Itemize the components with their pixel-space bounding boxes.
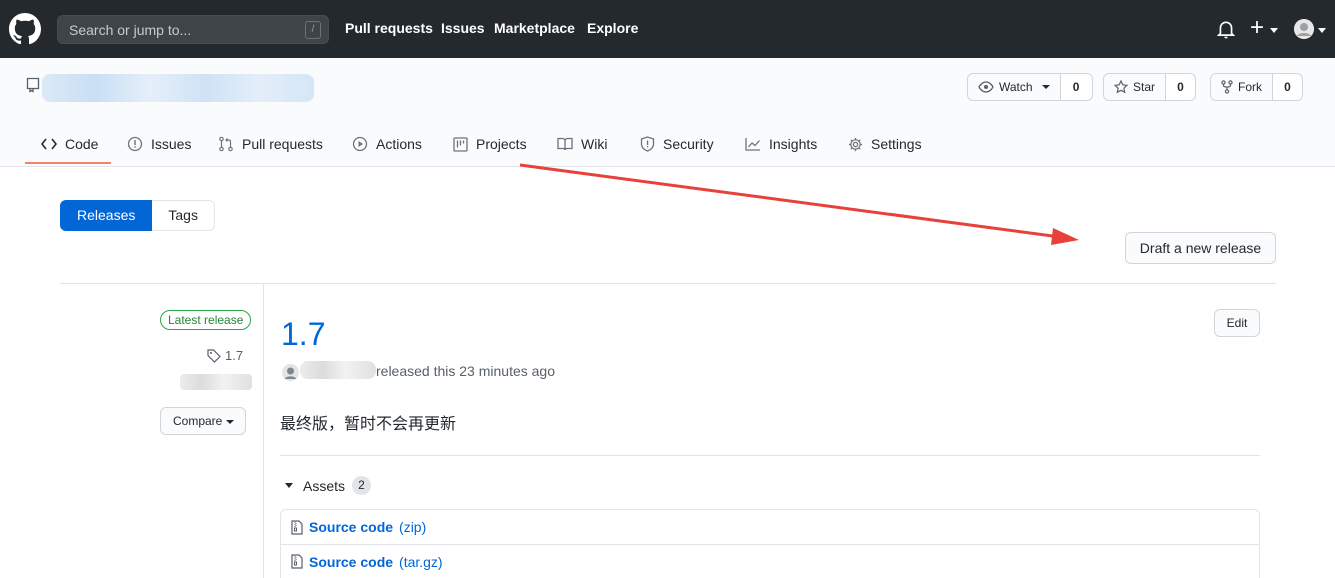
shield-icon [640,136,655,152]
eye-icon [978,81,994,93]
tab-pull-requests[interactable]: Pull requests [218,134,323,154]
chevron-down-icon [1270,28,1278,33]
graph-icon [745,138,760,151]
pull-request-icon [219,136,233,152]
assets-label: Assets [303,477,346,494]
tab-label: Insights [769,136,818,152]
tab-label: Wiki [581,136,608,152]
asset-item[interactable]: Source code (tar.gz) [281,544,1259,578]
release-time-text: released this 23 minutes ago [376,363,555,379]
star-count[interactable]: 0 [1166,73,1197,101]
watch-button[interactable]: Watch [967,73,1061,101]
subnav-releases[interactable]: Releases [60,200,153,231]
draft-new-release-button[interactable]: Draft a new release [1125,232,1276,264]
release-title[interactable]: 1.7 [281,314,325,354]
tab-label: Projects [476,136,527,152]
release-tag[interactable]: 1.7 [207,348,243,363]
redacted-commit[interactable] [180,374,252,390]
tab-actions[interactable]: Actions [352,134,422,154]
gear-icon [848,137,863,151]
edit-release-button[interactable]: Edit [1214,309,1260,337]
bell-icon[interactable] [1217,19,1235,39]
watch-button-group: Watch 0 [967,73,1093,101]
watch-label: Watch [999,80,1033,94]
divider [280,455,1260,456]
nav-explore[interactable]: Explore [587,20,638,36]
chevron-down-icon [226,420,234,424]
fork-label: Fork [1238,80,1262,94]
file-zip-icon [291,554,303,569]
assets-toggle[interactable]: Assets 2 [285,476,372,495]
tab-insights[interactable]: Insights [745,134,817,154]
compare-button[interactable]: Compare [160,407,246,435]
subnav-tags[interactable]: Tags [152,200,215,231]
file-zip-icon [291,519,303,535]
project-icon [453,136,468,152]
create-new-icon[interactable]: + [1250,14,1264,42]
avatar-icon [282,364,299,381]
nav-pull-requests[interactable]: Pull requests [345,20,433,36]
tag-icon [207,348,221,363]
asset-ext: (zip) [399,519,427,535]
repo-header: Watch 0 Star 0 Fork 0 Code Issues Pull r… [0,58,1335,167]
assets-list: Source code (zip) Source code (tar.gz) [280,509,1260,578]
tab-code[interactable]: Code [41,134,98,154]
star-label: Star [1133,80,1156,94]
tab-label: Security [663,136,714,152]
tab-wiki[interactable]: Wiki [557,134,607,154]
nav-issues[interactable]: Issues [441,20,485,36]
compare-label: Compare [173,414,223,428]
fork-count[interactable]: 0 [1273,73,1303,101]
selected-tab-indicator [25,162,111,164]
tab-label: Issues [151,136,192,152]
search-shortcut-key: / [305,21,321,39]
author-avatar[interactable] [282,364,299,381]
repo-icon [26,77,40,93]
github-logo-icon[interactable] [9,13,41,45]
fork-button-group: Fork 0 [1210,73,1303,101]
watch-count[interactable]: 0 [1060,73,1093,101]
tab-issues[interactable]: Issues [127,134,191,154]
play-icon [352,136,368,152]
book-icon [557,137,573,151]
triangle-down-icon [285,483,293,488]
asset-ext: (tar.gz) [399,553,443,570]
search-placeholder: Search or jump to... [69,22,192,38]
redacted-author-name[interactable] [300,361,376,379]
chevron-down-icon [1041,85,1050,89]
fork-button[interactable]: Fork [1210,73,1273,101]
latest-release-badge: Latest release [160,310,252,330]
fork-icon [1221,80,1233,94]
asset-name: Source code [309,519,394,535]
tag-name: 1.7 [225,348,244,363]
assets-count: 2 [352,476,372,495]
tab-settings[interactable]: Settings [848,134,922,154]
user-avatar[interactable] [1294,19,1314,39]
nav-marketplace[interactable]: Marketplace [494,20,575,36]
chevron-down-icon [1318,28,1326,33]
tab-projects[interactable]: Projects [453,134,527,154]
global-header: Search or jump to... / Pull requests Iss… [0,0,1335,58]
issue-icon [127,136,143,152]
releases-tags-subnav: Releases Tags [60,200,215,231]
tab-security[interactable]: Security [640,134,714,154]
timeline-divider [263,284,264,578]
asset-item[interactable]: Source code (zip) [281,510,1259,544]
tab-label: Code [65,136,99,152]
tab-label: Settings [871,136,922,152]
release-notes: 最终版，暂时不会再更新 [280,416,457,433]
code-icon [41,138,57,150]
avatar-icon [1294,19,1314,39]
star-icon [1114,80,1128,94]
search-input[interactable]: Search or jump to... / [57,15,329,44]
star-button[interactable]: Star [1103,73,1167,101]
asset-name: Source code [309,553,394,570]
divider [60,283,1276,284]
tab-label: Actions [376,136,422,152]
tab-label: Pull requests [242,136,323,152]
redacted-repo-name[interactable] [42,74,314,102]
star-button-group: Star 0 [1103,73,1197,101]
